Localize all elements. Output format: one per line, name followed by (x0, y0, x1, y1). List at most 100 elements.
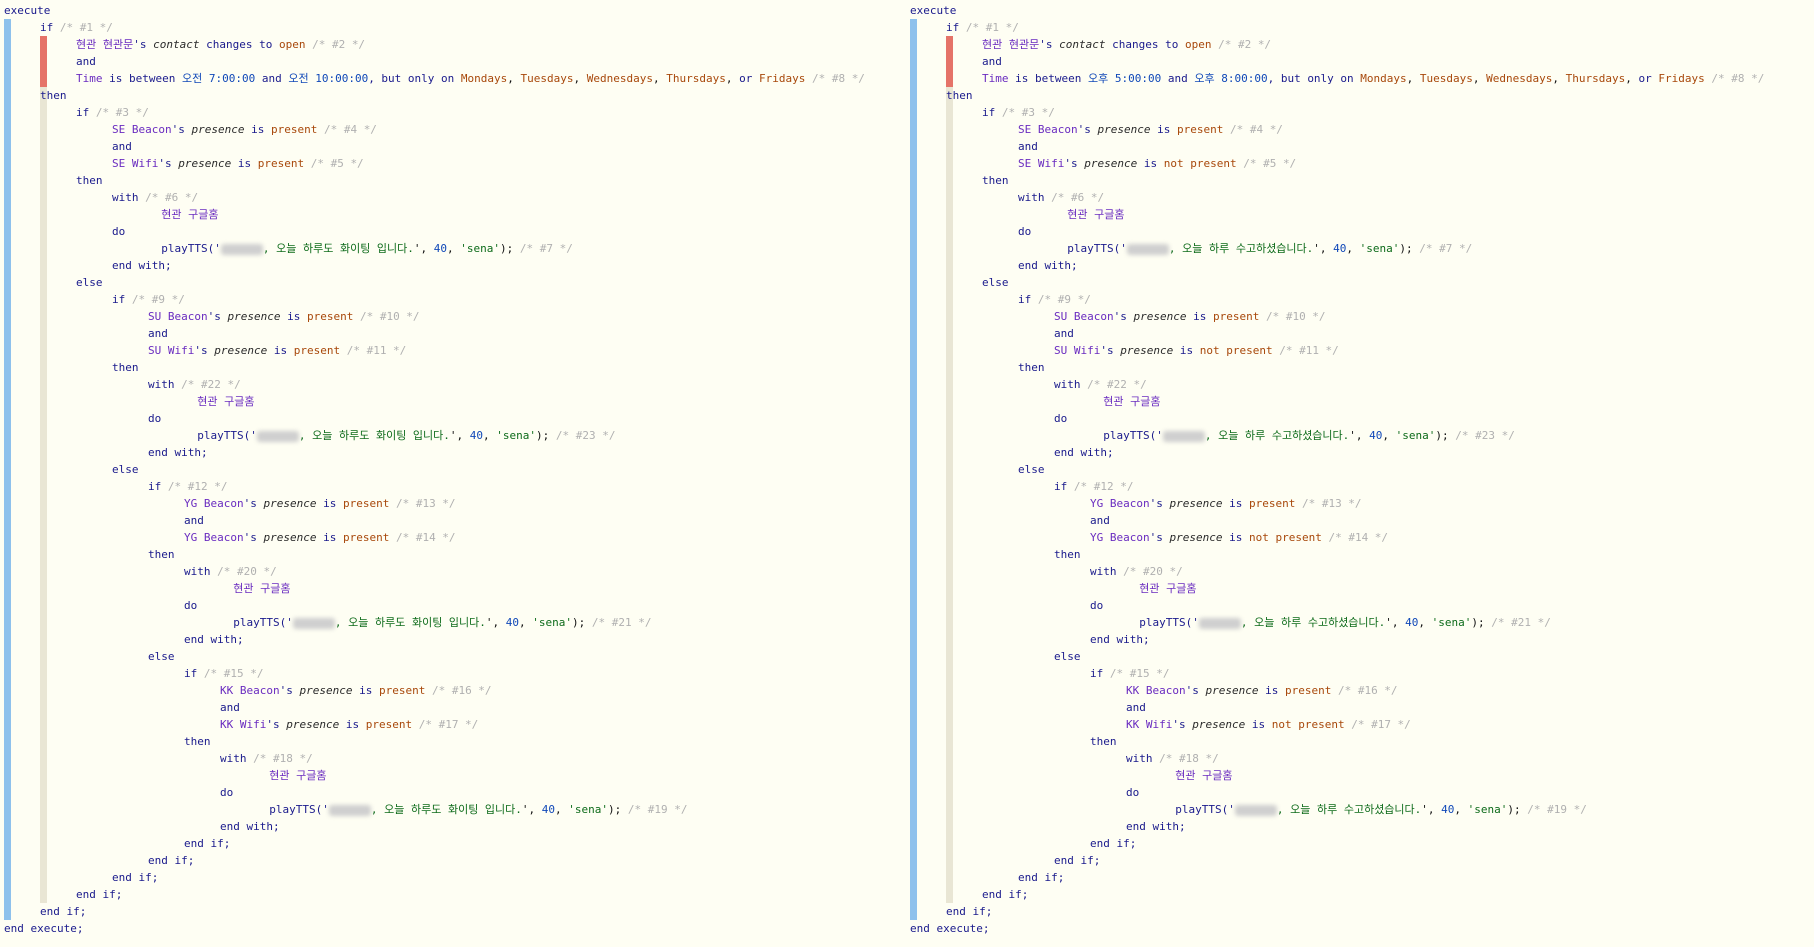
keyword-then: then (76, 174, 103, 187)
with-block[interactable]: with /* #6 */ (112, 189, 198, 206)
keyword-and: and (1018, 140, 1038, 153)
then-keyword: then (76, 172, 103, 189)
piston-panel-evening: execute if /* #1 */현관 현관문's contact chang… (906, 0, 1806, 947)
attribute-name: presence (1097, 123, 1151, 136)
possessive: 's (1172, 718, 1186, 731)
condition-wifi[interactable]: YG Beacon's presence is present /* #14 *… (184, 529, 456, 546)
keyword-then: then (184, 735, 211, 748)
keyword-then: then (1090, 735, 1117, 748)
possessive: 's (133, 38, 147, 51)
condition-wifi[interactable]: KK Wifi's presence is present /* #17 */ (220, 716, 478, 733)
keyword-with: with (1126, 752, 1153, 765)
with-block[interactable]: with /* #20 */ (1090, 563, 1183, 580)
if-block[interactable]: if /* #3 */ (76, 104, 149, 121)
with-block[interactable]: with /* #18 */ (1126, 750, 1219, 767)
keyword-play: playTTS(' (269, 803, 329, 816)
day-name: Wednesdays (1486, 72, 1553, 85)
tts-statement[interactable]: playTTS(', 오늘 하루 수고하셨습니다.', 40, 'sena');… (1126, 614, 1551, 631)
condition-beacon[interactable]: SU Beacon's presence is present /* #10 *… (148, 308, 420, 325)
tts-statement[interactable]: playTTS(', 오늘 하루도 화이팅 입니다.', 40, 'sena')… (184, 427, 615, 444)
condition-beacon[interactable]: KK Beacon's presence is present /* #16 *… (1126, 682, 1398, 699)
condition-beacon[interactable]: YG Beacon's presence is present /* #13 *… (1090, 495, 1362, 512)
condition-wifi[interactable]: KK Wifi's presence is not present /* #17… (1126, 716, 1411, 733)
speaker-device: 현관 구글홈 (269, 769, 327, 782)
condition-beacon[interactable]: SU Beacon's presence is present /* #10 *… (1054, 308, 1326, 325)
keyword-then: then (148, 548, 175, 561)
tts-voice: 'sena' (1395, 429, 1436, 442)
keyword-but-only-on: , but only on (1267, 72, 1354, 85)
condition-time[interactable]: Time is between 오후 5:00:00 and 오후 8:00:0… (982, 70, 1764, 87)
if-block[interactable]: if /* #3 */ (982, 104, 1055, 121)
keyword-and: and (261, 72, 282, 85)
condition-time[interactable]: Time is between 오전 7:00:00 and 오전 10:00:… (76, 70, 865, 87)
beacon-device: SU Beacon (1054, 310, 1114, 323)
block-id-comment: /* #20 */ (1123, 565, 1183, 578)
tts-message: , 오늘 하루도 화이팅 입니다. (298, 429, 450, 442)
condition-wifi[interactable]: SU Wifi's presence is present /* #11 */ (148, 342, 406, 359)
keyword-with: with (220, 752, 247, 765)
tts-statement[interactable]: playTTS(', 오늘 하루 수고하셨습니다.', 40, 'sena');… (1090, 427, 1515, 444)
block-id-comment: /* #19 */ (627, 803, 688, 816)
attribute-name: presence (191, 123, 245, 136)
if-block[interactable]: if /* #12 */ (1054, 478, 1133, 495)
tts-statement[interactable]: playTTS(', 오늘 하루도 화이팅 입니다.', 40, 'sena')… (220, 614, 651, 631)
with-block[interactable]: with /* #20 */ (184, 563, 277, 580)
condition-beacon[interactable]: KK Beacon's presence is present /* #16 *… (220, 682, 492, 699)
attribute-name: presence (1192, 718, 1246, 731)
tts-statement[interactable]: playTTS(', 오늘 하루도 화이팅 입니다.', 40, 'sena')… (256, 801, 688, 818)
block-id-comment: /* #5 */ (310, 157, 364, 170)
attribute-name: presence (1120, 344, 1174, 357)
keyword-play: playTTS(' (1067, 242, 1127, 255)
presence-value: present (306, 310, 354, 323)
block-id-comment: /* #2 */ (1218, 38, 1272, 51)
if-block-1[interactable]: if /* #1 */ (40, 19, 113, 36)
if-block[interactable]: if /* #12 */ (148, 478, 227, 495)
condition-contact[interactable]: 현관 현관문's contact changes to open /* #2 *… (982, 36, 1271, 53)
condition-wifi[interactable]: SU Wifi's presence is not present /* #11… (1054, 342, 1339, 359)
condition-contact[interactable]: 현관 현관문's contact changes to open /* #2 *… (76, 36, 365, 53)
with-block[interactable]: with /* #22 */ (148, 376, 241, 393)
condition-beacon[interactable]: YG Beacon's presence is present /* #13 *… (184, 495, 456, 512)
with-block[interactable]: with /* #22 */ (1054, 376, 1147, 393)
tts-statement[interactable]: playTTS(', 오늘 하루 수고하셨습니다.', 40, 'sena');… (1162, 801, 1587, 818)
if-block[interactable]: if /* #15 */ (1090, 665, 1169, 682)
speaker-device-line: 현관 구글홈 (148, 206, 218, 223)
block-id-comment: /* #4 */ (323, 123, 377, 136)
tts-volume: 40 (433, 242, 448, 255)
tts-volume: 40 (1441, 803, 1455, 816)
presence-value: present (257, 157, 305, 170)
keyword-is: is (287, 310, 301, 323)
tts-volume: 40 (505, 616, 520, 629)
condition-beacon[interactable]: SE Beacon's presence is present /* #4 */ (112, 121, 377, 138)
possessive: 's (279, 684, 293, 697)
if-block-1[interactable]: if /* #1 */ (946, 19, 1019, 36)
condition-wifi[interactable]: YG Beacon's presence is not present /* #… (1090, 529, 1388, 546)
day-name: Mondays (460, 72, 508, 85)
if-block[interactable]: if /* #15 */ (184, 665, 263, 682)
tts-statement[interactable]: playTTS(', 오늘 하루 수고하셨습니다.', 40, 'sena');… (1054, 240, 1472, 257)
condition-beacon[interactable]: SE Beacon's presence is present /* #4 */ (1018, 121, 1283, 138)
with-block[interactable]: with /* #6 */ (1018, 189, 1104, 206)
redacted-name (1234, 804, 1277, 816)
keyword-else: else (112, 463, 139, 476)
attribute-name: presence (286, 718, 340, 731)
tts-statement[interactable]: playTTS(', 오늘 하루도 화이팅 입니다.', 40, 'sena')… (148, 240, 573, 257)
condition-wifi[interactable]: SE Wifi's presence is not present /* #5 … (1018, 155, 1296, 172)
keyword-and: and (76, 55, 96, 68)
condition-wifi[interactable]: SE Wifi's presence is present /* #5 */ (112, 155, 364, 172)
keyword-or: or (1638, 72, 1652, 85)
speaker-device-line: 현관 구글홈 (1054, 206, 1124, 223)
attribute-name: contact (1059, 38, 1106, 51)
day-name: Tuesdays (1419, 72, 1473, 85)
if-block[interactable]: if /* #9 */ (112, 291, 185, 308)
keyword-and: and (148, 327, 168, 340)
tts-message: , 오늘 하루 수고하셨습니다. (1276, 803, 1422, 816)
redacted-name (1198, 617, 1241, 629)
if-block[interactable]: if /* #9 */ (1018, 291, 1091, 308)
speaker-device: 현관 구글홈 (161, 208, 219, 221)
presence-value: present (378, 684, 426, 697)
keyword-else: else (76, 276, 103, 289)
block-id-comment: /* #10 */ (359, 310, 420, 323)
tts-voice: 'sena' (460, 242, 501, 255)
with-block[interactable]: with /* #18 */ (220, 750, 313, 767)
